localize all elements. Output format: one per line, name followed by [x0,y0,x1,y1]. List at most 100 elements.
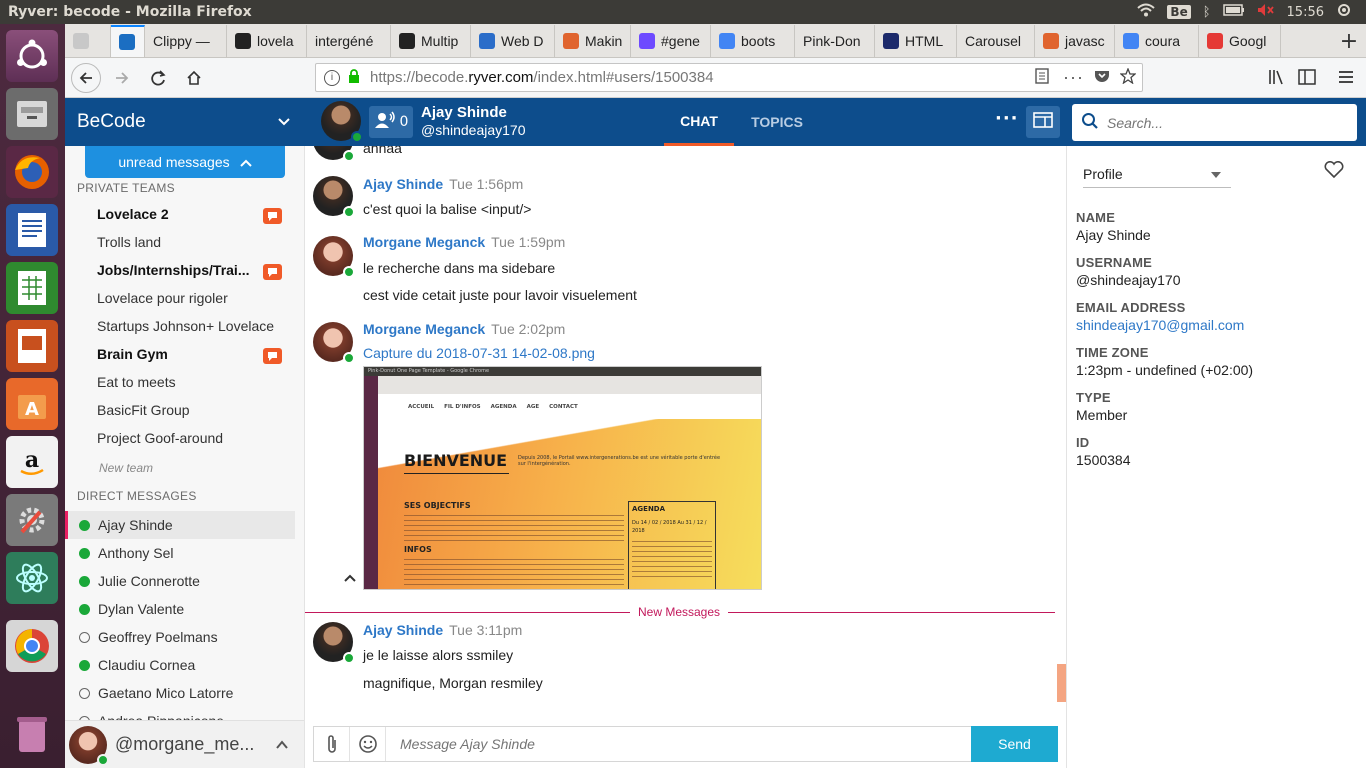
new-tab-button[interactable]: + [1332,25,1366,57]
message-avatar[interactable] [313,236,355,278]
profile-field-value[interactable]: shindeajay170@gmail.com [1076,317,1356,333]
unread-messages-label: unread messages [118,154,230,170]
sidebar-dm-item[interactable]: Claudiu Cornea [65,651,295,679]
search-box[interactable] [1072,104,1357,141]
message-author[interactable]: Morgane Meganck [363,234,485,250]
reader-view-icon[interactable] [1035,67,1049,88]
battery-icon[interactable] [1222,4,1245,20]
browser-tab[interactable]: Googl [1199,25,1281,57]
browser-tab[interactable]: Clippy — [145,25,227,57]
message-avatar[interactable] [313,622,355,664]
sidebar-team-item[interactable]: Project Goof-around [97,430,223,446]
browser-tab[interactable] [65,25,111,57]
sidebar-toggle-icon[interactable] [1298,69,1316,89]
sidebar-team-item[interactable]: Jobs/Internships/Trai... [97,262,249,278]
sidebar-dm-item[interactable]: Anthony Sel [65,539,295,567]
current-user-bar[interactable]: @morgane_me... [65,720,304,768]
browser-tab[interactable]: boots [711,25,795,57]
org-switcher[interactable]: BeCode [77,98,291,146]
browser-tab-bar: Clippy — lovela intergéné Multip Web D Makin #… [65,24,1366,58]
libreoffice-writer-icon[interactable] [6,204,58,256]
libreoffice-impress-icon[interactable] [6,320,58,372]
browser-tab[interactable]: lovela [227,25,307,57]
browser-tab[interactable]: #gene [631,25,711,57]
sidebar-team-item[interactable]: Trolls land [97,234,161,250]
url-bar[interactable]: i https://becode.ryver.com/index.html#us… [315,63,1143,92]
atom-editor-icon[interactable] [6,552,58,604]
sidebar-team-item[interactable]: Lovelace pour rigoler [97,290,228,306]
sidebar-dm-item[interactable]: Gaetano Mico Latorre [65,679,295,707]
message-author[interactable]: Morgane Meganck [363,321,485,337]
system-settings-icon[interactable] [6,494,58,546]
attach-icon[interactable] [314,727,350,761]
bluetooth-icon[interactable]: ᛒ [1203,5,1211,20]
browser-tab[interactable]: intergéné [307,25,391,57]
new-team-link[interactable]: New team [99,461,153,475]
site-info-icon[interactable]: i [324,69,340,86]
sidebar-team-item[interactable]: Brain Gym [97,346,168,362]
search-input[interactable] [1107,114,1327,131]
browser-tab[interactable]: Multip [391,25,471,57]
reload-button[interactable] [143,63,173,93]
browser-tab[interactable]: Pink-Don [795,25,875,57]
browser-tab[interactable] [111,25,145,57]
participants-button[interactable]: 0 [369,106,413,138]
details-panel-toggle[interactable] [1026,106,1060,138]
browser-tab[interactable]: coura [1115,25,1199,57]
sidebar-dm-item[interactable]: Geoffrey Poelmans [65,623,295,651]
sidebar-dm-item[interactable]: Julie Connerotte [65,567,295,595]
sidebar-team-item[interactable]: Eat to meets [97,374,176,390]
profile-dropdown[interactable]: Profile [1083,160,1231,188]
chrome-icon[interactable] [6,620,58,672]
unread-messages-button[interactable]: unread messages [85,146,285,178]
pocket-icon[interactable] [1094,69,1110,87]
back-button[interactable] [71,62,101,93]
bookmark-star-icon[interactable] [1119,66,1137,88]
message-author[interactable]: Ajay Shinde [363,176,443,192]
favorite-heart-icon[interactable] [1324,160,1344,183]
emoji-icon[interactable] [350,727,386,761]
sidebar-team-item[interactable]: BasicFit Group [97,402,190,418]
software-center-icon[interactable]: A [6,378,58,430]
library-icon[interactable] [1268,69,1286,89]
wifi-icon[interactable] [1137,3,1156,21]
home-button[interactable] [179,63,209,93]
message-avatar[interactable] [313,176,355,218]
browser-tab[interactable]: Makin [555,25,631,57]
collapse-thumbnail-icon[interactable] [344,570,356,586]
clock[interactable]: 15:56 [1287,5,1324,20]
sidebar-dm-item[interactable]: Ajay Shinde [65,511,295,539]
sidebar-dm-item[interactable]: Dylan Valente [65,595,295,623]
message-input[interactable] [400,736,971,752]
libreoffice-calc-icon[interactable] [6,262,58,314]
power-gear-icon[interactable] [1336,2,1352,22]
chat-scrollbar-thumb[interactable] [1057,664,1066,702]
browser-tab[interactable]: javasc [1035,25,1115,57]
sidebar-team-item[interactable]: Startups Johnson+ Lovelace [97,318,274,334]
attachment-link[interactable]: Capture du 2018-07-31 14-02-08.png [363,345,595,361]
hamburger-menu-icon[interactable] [1338,69,1354,89]
message-avatar[interactable] [313,322,355,364]
volume-muted-icon[interactable] [1257,3,1275,21]
sidebar-team-item[interactable]: Lovelace 2 [97,206,169,222]
attachment-thumbnail[interactable]: Pink-Donut One Page Template - Google Ch… [363,366,762,590]
keyboard-layout-indicator[interactable]: Be [1167,5,1191,19]
forward-button[interactable] [107,63,137,93]
app-header: BeCode 0 Ajay Shinde @shindeajay170 CHAT… [65,98,1366,146]
browser-tab[interactable]: HTML [875,25,957,57]
browser-tab[interactable]: Web D [471,25,555,57]
page-actions-icon[interactable]: ··· [1063,67,1084,88]
trash-icon[interactable] [6,708,58,760]
tab-topics[interactable]: TOPICS [743,98,811,146]
firefox-icon[interactable] [6,146,58,198]
tab-favicon-icon [73,33,89,49]
more-options-icon[interactable]: ··· [995,108,1019,129]
browser-tab[interactable]: Carousel [957,25,1035,57]
ubuntu-dash-icon[interactable] [6,30,58,82]
tab-chat[interactable]: CHAT [664,98,734,146]
message-author[interactable]: Ajay Shinde [363,622,443,638]
files-icon[interactable] [6,88,58,140]
chat-user-avatar[interactable] [321,101,363,143]
send-button[interactable]: Send [971,726,1058,762]
amazon-icon[interactable]: a [6,436,58,488]
